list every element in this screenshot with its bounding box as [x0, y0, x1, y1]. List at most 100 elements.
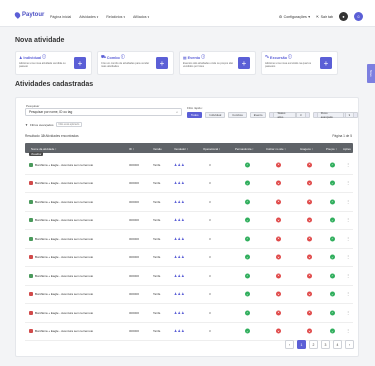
side-tab[interactable]: Novo	[367, 64, 375, 83]
add-combo-button[interactable]: +	[156, 57, 168, 69]
table-row[interactable]: Bonifênia + Eagle - Aventura sem terremo…	[25, 175, 353, 193]
card-combo[interactable]: ⛟ Combo ⓘ Crie um combo de atividades para…	[97, 51, 174, 75]
activity-version: Tarifa	[153, 181, 161, 186]
search-icon[interactable]: ⌕	[176, 110, 178, 114]
activity-name[interactable]: Bonifênia + Eagle - Aventura sem terremo…	[29, 329, 93, 334]
close-icon: ✕	[307, 217, 312, 223]
table-row[interactable]: Bonifênia + Eagle - Aventura sem terremo…	[25, 286, 353, 304]
card-individual[interactable]: ♟ Individual ⓘ Adicione uma nova atividade…	[15, 51, 92, 75]
th-operational[interactable]: Operacional ↕	[203, 147, 220, 151]
filter-combos[interactable]: Combos	[228, 112, 247, 118]
more-actions-icon[interactable]: ⋮	[346, 236, 350, 241]
th-name[interactable]: Nome da atividade ↕	[31, 147, 57, 151]
table-row[interactable]: Visualizar Bonifênia + Eagle - Aventura s…	[25, 152, 353, 175]
th-id[interactable]: ID ↕	[129, 147, 134, 151]
activity-id: 000000	[129, 218, 140, 223]
card-excursion[interactable]: ⛍ Excursão ⓘ Adicione uma nova excursão na…	[261, 51, 338, 75]
activity-type-icon	[29, 181, 33, 186]
table-row[interactable]: Bonifênia + Eagle - Aventura sem terremo…	[25, 323, 353, 341]
activity-version: Tarifa	[153, 273, 161, 278]
filter-individual[interactable]: Individual	[205, 112, 226, 118]
search-input[interactable]: Pesquisar por nome, ID ou tag ⌕	[25, 108, 182, 116]
page-button[interactable]: 3	[321, 340, 330, 349]
activity-name[interactable]: Bonifênia + Eagle - Aventura sem terremo…	[29, 255, 93, 260]
more-actions-icon[interactable]: ⋮	[346, 255, 350, 259]
th-permanence[interactable]: Permanência ↕	[235, 147, 254, 151]
close-icon: ✕	[307, 273, 312, 279]
activity-name[interactable]: Bonifênia + Eagle - Aventura sem terremo…	[29, 162, 93, 167]
nav-label: Página inicial	[50, 15, 72, 19]
settings-menu[interactable]: ⚙ Configurações ▾	[279, 15, 310, 19]
add-event-button[interactable]: +	[238, 57, 250, 69]
next-page-button[interactable]: ›	[345, 340, 354, 349]
activity-name[interactable]: Bonifênia + Eagle - Aventura sem terremo…	[29, 292, 93, 297]
th-seller[interactable]: Vendedor ↕	[174, 147, 188, 151]
activity-name[interactable]: Bonifênia + Eagle - Aventura sem terremo…	[29, 218, 93, 223]
operational-count: 3	[209, 329, 211, 334]
table-row[interactable]: Bonifênia + Eagle - Aventura sem terremo…	[25, 193, 353, 212]
th-charge-site[interactable]: Cobrar no site ↕	[266, 147, 286, 151]
table-row[interactable]: Bonifênia + Eagle - Aventura sem terremo…	[25, 230, 353, 249]
card-title: Individual	[23, 55, 42, 60]
table-row[interactable]: Bonifênia + Eagle - Aventura sem terremo…	[25, 304, 353, 323]
activity-name[interactable]: Bonifênia + Eagle - Aventura sem terremo…	[29, 273, 93, 278]
prev-page-button[interactable]: ‹	[285, 340, 294, 349]
chevron-down-icon: ▾	[123, 15, 125, 19]
avatar[interactable]: ☺	[354, 12, 363, 21]
nav-item-activities[interactable]: Atividades ▾	[79, 15, 98, 19]
seller-users-icon: ♟♟♟	[174, 162, 185, 167]
page-button[interactable]: 4	[333, 340, 342, 349]
table-row[interactable]: Bonifênia + Eagle - Aventura sem terremo…	[25, 212, 353, 230]
table-row[interactable]: Bonifênia + Eagle - Aventura sem terremo…	[25, 267, 353, 286]
top-bar: Paytour Página inicial Atividades ▾ Relat…	[0, 0, 375, 27]
add-individual-button[interactable]: +	[74, 57, 86, 69]
activity-name[interactable]: Bonifênia + Eagle - Aventura sem terremo…	[29, 181, 93, 186]
card-event[interactable]: ▦ Evento ⓘ Eventos são atividades onde os …	[179, 51, 256, 75]
th-images[interactable]: Imagens ↕	[300, 147, 313, 151]
activity-name[interactable]: Bonifênia + Eagle - Aventura sem terremo…	[29, 236, 93, 241]
check-icon: ✓	[245, 162, 250, 168]
advanced-filters[interactable]: ▼ Filtros avançados Não está aplicado	[25, 122, 83, 127]
more-actions-icon[interactable]: ⋮	[346, 162, 350, 167]
more-actions-icon[interactable]: ⋮	[346, 310, 350, 315]
chevron-down-icon: ▾	[96, 15, 99, 19]
nav-item-home[interactable]: Página inicial	[50, 15, 71, 19]
nav-item-affiliates[interactable]: Afiliados ▾	[133, 15, 149, 19]
nav-item-reports[interactable]: Relatórios ▾	[106, 15, 125, 19]
filter-flow-select[interactable]: Fluxo avançado ▾	[312, 111, 358, 119]
info-icon: ⓘ	[201, 55, 206, 59]
brand-logo[interactable]: Paytour	[13, 11, 44, 19]
chevron-down-icon: ▾	[344, 112, 354, 118]
page-button[interactable]: 1	[297, 340, 306, 349]
more-actions-icon[interactable]: ⋮	[346, 329, 350, 333]
check-icon: ✓	[245, 217, 250, 223]
activity-version: Tarifa	[153, 236, 161, 241]
more-actions-icon[interactable]: ⋮	[346, 181, 350, 185]
activity-name[interactable]: Bonifênia + Eagle - Aventura sem terremo…	[29, 199, 93, 204]
filter-all[interactable]: Todos	[187, 112, 203, 118]
exit-tab-link[interactable]: ⇱ Sair tab	[316, 15, 333, 19]
activity-name[interactable]: Bonifênia + Eagle - Aventura sem terremo…	[29, 310, 93, 315]
nav-label: Atividades	[79, 15, 96, 19]
activity-id: 000000	[129, 310, 140, 315]
more-actions-icon[interactable]: ⋮	[346, 292, 350, 296]
cart-icon: ⛟	[101, 55, 106, 59]
operational-count: 3	[209, 236, 211, 241]
add-excursion-button[interactable]: +	[320, 57, 332, 69]
activity-id: 000000	[129, 162, 140, 167]
bell-icon[interactable]: ●	[339, 12, 348, 21]
close-icon: ✕	[307, 236, 312, 242]
more-actions-icon[interactable]: ⋮	[346, 199, 350, 204]
th-prices[interactable]: Preços ↕	[326, 147, 337, 151]
table-row[interactable]: Bonifênia + Eagle - Aventura sem terremo…	[25, 249, 353, 267]
close-icon: ✕	[307, 162, 312, 168]
filter-event[interactable]: Evento	[249, 112, 267, 118]
page-button[interactable]: 2	[309, 340, 318, 349]
check-icon: ✓	[245, 291, 250, 297]
th-actions: Ações	[343, 146, 351, 151]
more-actions-icon[interactable]: ⋮	[346, 273, 350, 278]
activities-panel: Pesquisar Pesquisar por nome, ID ou tag …	[15, 97, 359, 357]
filter-status-select[interactable]: Status ativo ▾	[269, 111, 310, 119]
more-actions-icon[interactable]: ⋮	[346, 218, 350, 222]
pagination: ‹ 1 2 3 4 ›	[285, 340, 354, 349]
